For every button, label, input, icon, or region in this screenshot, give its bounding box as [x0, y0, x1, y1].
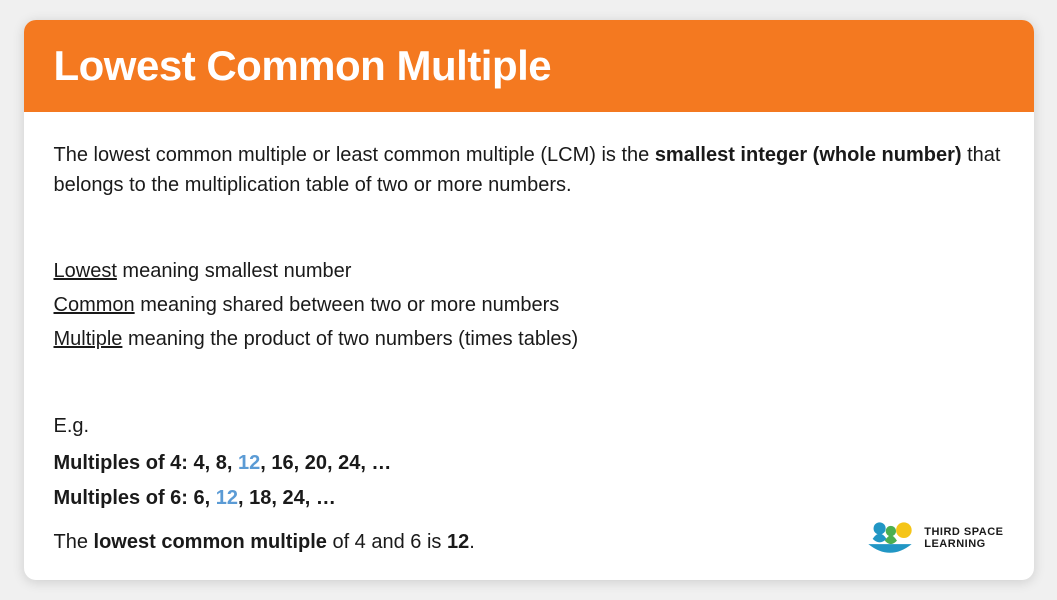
- term-common: Common meaning shared between two or mor…: [54, 288, 1004, 322]
- multiples-4-suffix: , 16, 20, 24, …: [260, 452, 391, 474]
- conclusion-bold: lowest common multiple: [94, 531, 327, 553]
- multiples-6-prefix: Multiples of 6: 6,: [54, 487, 216, 509]
- term-multiple: Multiple meaning the product of two numb…: [54, 322, 1004, 356]
- term-lowest: Lowest meaning smallest number: [54, 254, 1004, 288]
- multiples-4-line: Multiples of 4: 4, 8, 12, 16, 20, 24, …: [54, 446, 1004, 481]
- header-banner: Lowest Common Multiple: [24, 20, 1034, 112]
- term-lowest-desc: meaning smallest number: [117, 260, 352, 282]
- term-common-word: Common: [54, 294, 135, 316]
- footer-row: The lowest common multiple of 4 and 6 is…: [54, 516, 1004, 560]
- tsl-brand-line2: LEARNING: [924, 538, 985, 550]
- definition-paragraph: The lowest common multiple or least comm…: [54, 140, 1004, 200]
- term-lowest-word: Lowest: [54, 260, 117, 282]
- tsl-logo-icon: [864, 516, 916, 560]
- terms-block: Lowest meaning smallest number Common me…: [54, 254, 1004, 356]
- tsl-logo: THIRD SPACE LEARNING: [864, 516, 1003, 560]
- conclusion-start: The: [54, 531, 94, 553]
- multiples-4-prefix: Multiples of 4: 4, 8,: [54, 452, 238, 474]
- example-block: E.g. Multiples of 4: 4, 8, 12, 16, 20, 2…: [54, 409, 1004, 560]
- page-title: Lowest Common Multiple: [54, 42, 1004, 90]
- multiples-4-highlight: 12: [238, 452, 260, 474]
- multiples-6-highlight: 12: [216, 487, 238, 509]
- term-multiple-desc: meaning the product of two numbers (time…: [122, 328, 578, 350]
- conclusion-end: of 4 and 6 is: [327, 531, 447, 553]
- multiples-6-line: Multiples of 6: 6, 12, 18, 24, …: [54, 481, 1004, 516]
- tsl-brand-line1: THIRD SPACE: [924, 526, 1003, 538]
- definition-text-start: The lowest common multiple or least comm…: [54, 144, 655, 166]
- conclusion-period: .: [469, 531, 475, 553]
- term-common-desc: meaning shared between two or more numbe…: [135, 294, 560, 316]
- content-area: The lowest common multiple or least comm…: [24, 112, 1034, 580]
- definition-bold: smallest integer (whole number): [655, 144, 962, 166]
- conclusion-line: The lowest common multiple of 4 and 6 is…: [54, 525, 475, 560]
- example-label: E.g.: [54, 409, 1004, 444]
- tsl-brand-text: THIRD SPACE LEARNING: [924, 526, 1003, 550]
- conclusion-answer: 12: [447, 531, 469, 553]
- card: Lowest Common Multiple The lowest common…: [24, 20, 1034, 580]
- term-multiple-word: Multiple: [54, 328, 123, 350]
- multiples-6-suffix: , 18, 24, …: [238, 487, 336, 509]
